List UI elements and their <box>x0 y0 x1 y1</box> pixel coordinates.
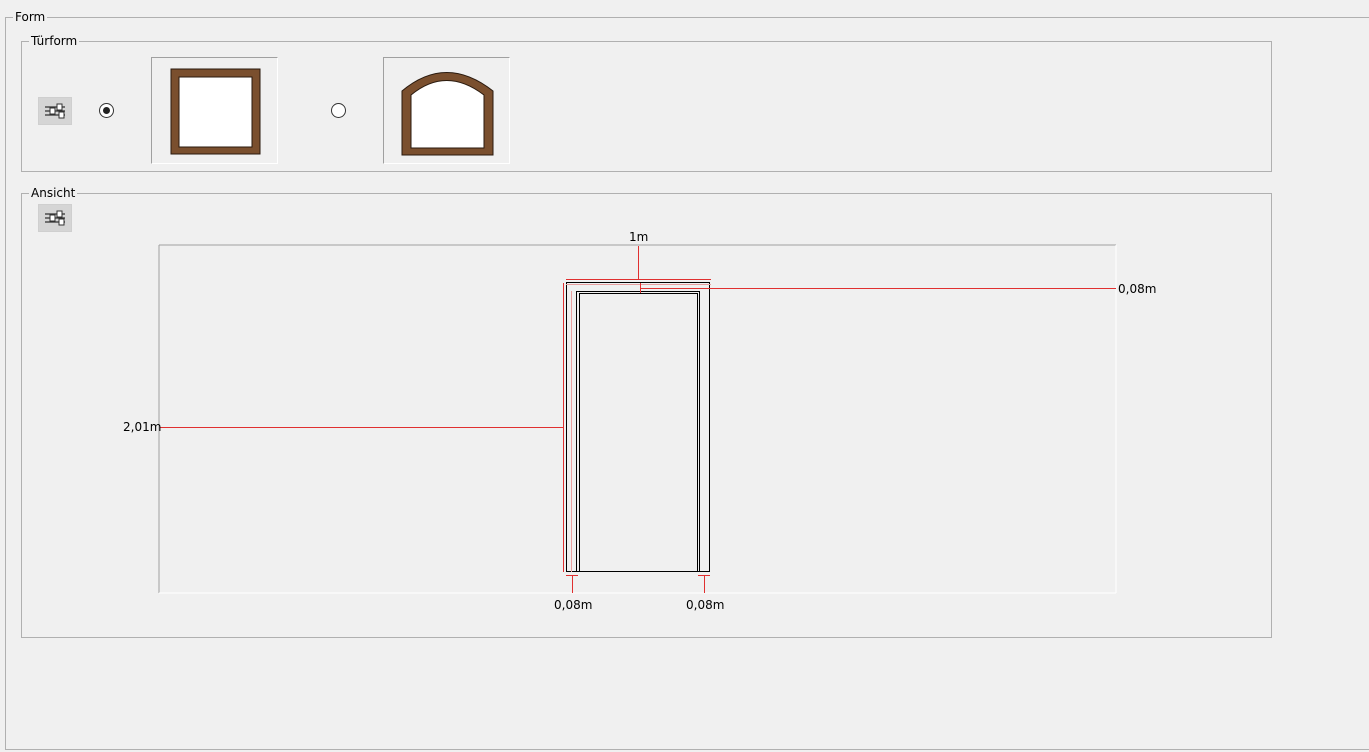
dimension-left-frame-label: 0,08m <box>554 598 593 612</box>
dimension-lines <box>160 246 1116 593</box>
door-view-canvas <box>158 244 1117 594</box>
dimension-right-frame-label: 0,08m <box>686 598 725 612</box>
dimension-top-frame-label: 0,08m <box>1118 282 1157 296</box>
dimension-height-label: 2,01m <box>123 420 162 434</box>
door-outline <box>566 282 710 572</box>
dimension-width-label: 1m <box>629 230 649 244</box>
